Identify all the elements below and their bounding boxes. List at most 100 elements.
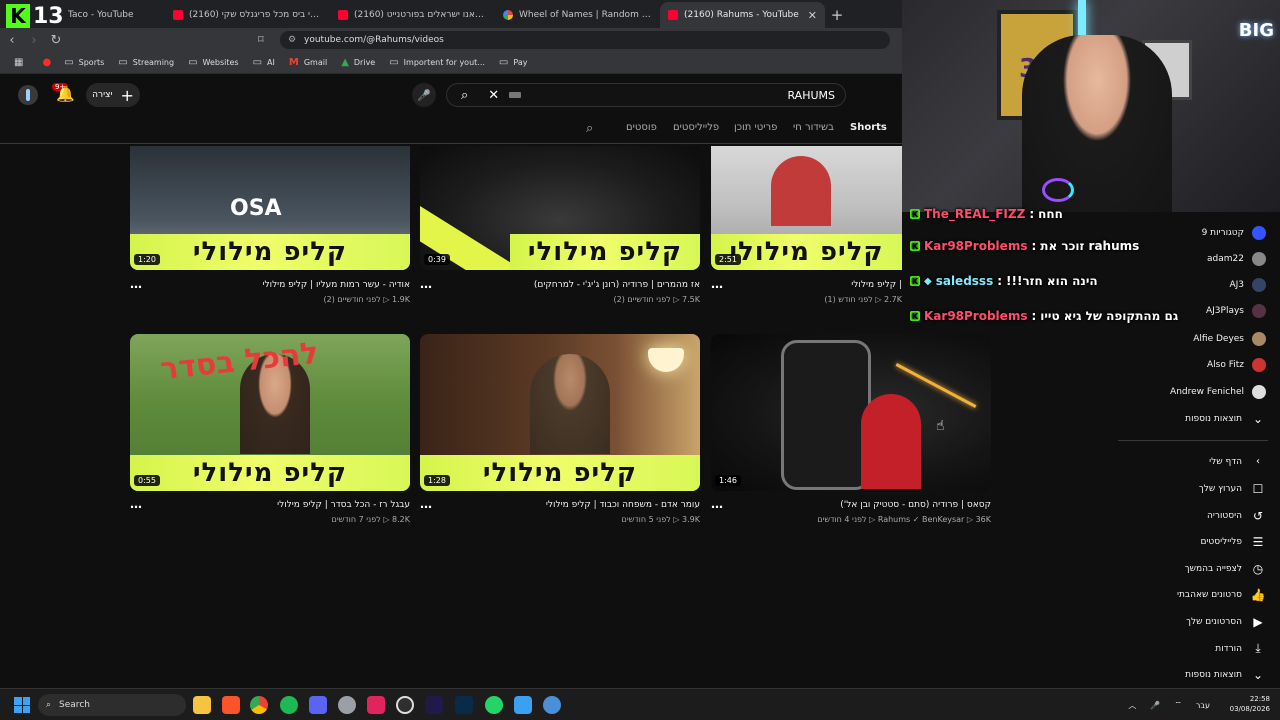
bookmark-icon[interactable]: ⌑ bbox=[258, 33, 264, 46]
bookmark-gmail[interactable]: M Gmail bbox=[289, 57, 327, 68]
bookmark-folder[interactable]: ▭ Streaming bbox=[118, 57, 174, 68]
bookmark-folder[interactable]: ▭ Pay bbox=[499, 57, 528, 68]
windows-start-icon[interactable] bbox=[14, 697, 30, 713]
video-title[interactable]: אודיה - עשר רמות מעליו | קליפ מילולי bbox=[262, 280, 410, 290]
video-card[interactable]: קליפ מילולי 1:28 ⋯ עומר אדם - משפחה וכבו… bbox=[420, 334, 700, 524]
wifi-icon[interactable]: ⌔ bbox=[1174, 700, 1182, 710]
close-tab-icon[interactable]: ✕ bbox=[808, 9, 817, 22]
browser-tab[interactable]: (2160) לקחתי ביס מכל פריגנלס שקי bbox=[165, 2, 330, 28]
sidebar-you-header[interactable]: הדף שלי ‹ bbox=[1209, 456, 1266, 467]
brave-browser-icon[interactable] bbox=[222, 696, 240, 714]
premiere-icon[interactable] bbox=[425, 696, 443, 714]
microphone-icon[interactable]: 🎤 bbox=[1150, 701, 1160, 710]
browser-tab[interactable]: Taco - YouTube bbox=[60, 2, 165, 28]
notifications-bell-icon[interactable]: 🔔 bbox=[56, 85, 75, 103]
bookmark-folder[interactable]: ▭ Sports bbox=[64, 57, 104, 68]
chat-message: K ◆ saledsss : !!!הינה הוא חזר bbox=[910, 274, 1098, 288]
sidebar-subscription[interactable]: Alfie Deyes bbox=[1193, 332, 1266, 346]
sidebar-item-show-more[interactable]: תוצאות נוספות ⌄ bbox=[1185, 668, 1266, 682]
video-thumbnail[interactable]: 1:46 bbox=[711, 334, 991, 491]
sidebar-item-history[interactable]: היסטוריה ↺ bbox=[1207, 509, 1266, 523]
app-icon[interactable] bbox=[367, 696, 385, 714]
channel-search-icon[interactable]: ⌕ bbox=[586, 121, 593, 136]
sidebar-item-your-videos[interactable]: הסרטונים שלך ▶ bbox=[1186, 615, 1266, 629]
video-thumbnail[interactable]: OSA קליפ מילולי 1:20 bbox=[130, 146, 410, 270]
discord-icon[interactable] bbox=[309, 696, 327, 714]
sidebar-item-watch-later[interactable]: לצפייה בהמשך ◷ bbox=[1185, 562, 1266, 576]
more-options-icon[interactable]: ⋯ bbox=[130, 500, 143, 514]
sidebar-subscription[interactable]: AJ3Plays bbox=[1206, 304, 1266, 318]
reload-icon[interactable]: ↻ bbox=[46, 33, 66, 48]
more-options-icon[interactable]: ⋯ bbox=[711, 280, 724, 294]
extension-icon[interactable] bbox=[18, 85, 38, 105]
obs-icon[interactable] bbox=[396, 696, 414, 714]
sidebar-subscription[interactable]: adam22 bbox=[1207, 252, 1266, 266]
search-icon[interactable]: ⌕ bbox=[461, 88, 468, 103]
sidebar-item-liked-videos[interactable]: סרטונים שאהבתי 👍 bbox=[1177, 588, 1266, 602]
video-card[interactable]: OSA קליפ מילולי 1:20 ⋯ אודיה - עשר רמות … bbox=[130, 146, 410, 304]
spotify-icon[interactable] bbox=[280, 696, 298, 714]
video-card[interactable]: קליפ מילולי 2:51 ⋯ | קליפ מילולי 2.7K ▷ … bbox=[711, 146, 902, 304]
browser-tab[interactable]: Wheel of Names | Random name pic bbox=[495, 2, 660, 28]
tray-chevron-up-icon[interactable]: ︿ bbox=[1128, 700, 1136, 711]
sidebar-item-playlists[interactable]: פלייליסטים ☰ bbox=[1200, 535, 1266, 549]
sidebar-subscription[interactable]: Andrew Fenichel bbox=[1170, 385, 1266, 399]
bookmark-drive[interactable]: ▲ Drive bbox=[341, 57, 375, 68]
video-thumbnail[interactable]: קליפ מילולי 1:28 bbox=[420, 334, 700, 491]
app-icon[interactable] bbox=[514, 696, 532, 714]
video-card[interactable]: להכל בסדר קליפ מילולי 0:55 ⋯ עבגל רז - ה… bbox=[130, 334, 410, 524]
chrome-icon[interactable] bbox=[250, 696, 268, 714]
new-tab-icon[interactable]: + bbox=[825, 2, 849, 28]
bookmark-folder[interactable]: ▭ Importent for yout... bbox=[389, 57, 485, 68]
language-indicator[interactable]: עבר bbox=[1196, 701, 1210, 710]
video-thumbnail[interactable]: להכל בסדר קליפ מילולי 0:55 bbox=[130, 334, 410, 491]
create-button[interactable]: יצירה + bbox=[86, 83, 140, 107]
more-options-icon[interactable]: ⋯ bbox=[420, 280, 433, 294]
video-meta: 2.7K ▷ לפני חודש (1) bbox=[824, 295, 902, 304]
site-info-icon[interactable]: ⚙ bbox=[288, 35, 296, 45]
apps-grid-icon[interactable]: ▦ bbox=[14, 57, 28, 68]
sidebar-item-your-channel[interactable]: הערוץ שלך ☐ bbox=[1199, 482, 1266, 496]
tab-posts[interactable]: פוסטים bbox=[626, 122, 657, 133]
browser-tab[interactable]: (2160) מצאנו ישראלים בפורטנייט - ... bbox=[330, 2, 495, 28]
video-card[interactable]: קליפ מילולי 0:39 ⋯ אז מהמרים | פרודיה (ר… bbox=[420, 146, 700, 304]
video-thumbnail[interactable]: קליפ מילולי 0:39 bbox=[420, 146, 700, 270]
settings-gear-icon[interactable] bbox=[338, 696, 356, 714]
tab-live[interactable]: בשידור חי bbox=[793, 122, 834, 133]
sidebar-show-more[interactable]: תוצאות נוספות ⌄ bbox=[1185, 412, 1266, 426]
file-explorer-icon[interactable] bbox=[193, 696, 211, 714]
video-title[interactable]: | קליפ מילולי bbox=[851, 280, 902, 290]
browser-tab-active[interactable]: (2160) Rahums - YouTube ✕ bbox=[660, 2, 825, 28]
video-thumbnail[interactable]: קליפ מילולי 2:51 bbox=[711, 146, 902, 270]
taskbar-clock[interactable]: 22:58 03/08/2026 bbox=[1230, 694, 1270, 714]
bookmark-youtube[interactable]: ● bbox=[42, 57, 56, 68]
app-icon[interactable] bbox=[543, 696, 561, 714]
taskbar-search[interactable]: ⌕ Search bbox=[38, 694, 186, 716]
video-title[interactable]: עבגל רז - הכל בסדר | קליפ מילולי bbox=[277, 500, 410, 510]
sidebar-subscription[interactable]: Also Fitz bbox=[1207, 358, 1266, 372]
tab-podcasts[interactable]: פריטי תוכן bbox=[734, 122, 777, 133]
address-bar[interactable]: ⚙ youtube.com/@Rahums/videos bbox=[280, 31, 890, 49]
tab-shorts[interactable]: Shorts bbox=[850, 122, 887, 133]
forward-icon[interactable]: › bbox=[24, 33, 44, 48]
more-options-icon[interactable]: ⋯ bbox=[711, 500, 724, 514]
video-card[interactable]: 1:46 ⋯ קסאס | פרודיה (סתם - סטטיק ובן אל… bbox=[711, 334, 991, 524]
photoshop-icon[interactable] bbox=[455, 696, 473, 714]
more-options-icon[interactable]: ⋯ bbox=[420, 500, 433, 514]
bookmark-folder[interactable]: ▭ AI bbox=[253, 57, 275, 68]
search-input[interactable] bbox=[635, 87, 835, 103]
sidebar-item-downloads[interactable]: הורדות ⤓ bbox=[1215, 641, 1266, 656]
video-title[interactable]: אז מהמרים | פרודיה (רונן ג'יג'י - למרחקי… bbox=[534, 280, 700, 290]
bookmark-folder[interactable]: ▭ Websites bbox=[188, 57, 239, 68]
video-title[interactable]: קסאס | פרודיה (סתם - סטטיק ובן אל') bbox=[840, 500, 991, 510]
tab-playlists[interactable]: פלייליסטים bbox=[673, 122, 719, 133]
keyboard-icon[interactable] bbox=[509, 92, 522, 98]
more-options-icon[interactable]: ⋯ bbox=[130, 280, 143, 294]
back-icon[interactable]: ‹ bbox=[2, 33, 22, 48]
voice-search-mic-icon[interactable]: 🎤 bbox=[412, 83, 436, 107]
whatsapp-icon[interactable] bbox=[485, 696, 503, 714]
clear-search-icon[interactable]: ✕ bbox=[488, 88, 499, 103]
sidebar-subscription[interactable]: AJ3 bbox=[1229, 278, 1266, 292]
sidebar-subscription[interactable]: 9 קטגוריות bbox=[1202, 226, 1266, 240]
video-title[interactable]: עומר אדם - משפחה וכבוד | קליפ מילולי bbox=[546, 500, 700, 510]
